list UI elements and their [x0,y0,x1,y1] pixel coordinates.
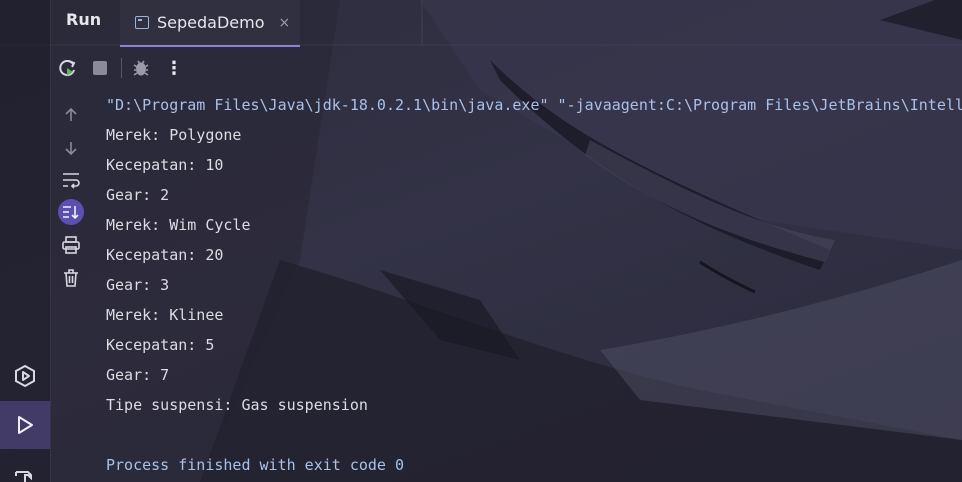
clear-all-button[interactable] [58,265,84,291]
print-button[interactable] [58,232,84,258]
scroll-to-end-icon [63,206,79,220]
services-button[interactable] [0,352,50,400]
debug-bug-icon [133,60,149,76]
trash-icon [64,269,78,287]
console-output-line: Kecepatan: 5 [106,336,215,354]
run-icon [18,416,33,434]
rerun-button[interactable] [55,56,79,80]
toolbar-separator [121,58,122,78]
services-icon [15,364,35,388]
more-options-button[interactable]: ⋮ [162,56,186,80]
scroll-to-end-button[interactable] [58,199,84,225]
stop-button[interactable] [88,56,112,80]
tab-sepeda-demo[interactable]: SepedaDemo × [120,0,300,47]
console-output-line: Tipe suspensi: Gas suspension [106,396,368,414]
run-tool-button[interactable] [0,401,50,449]
console-output-line: Merek: Wim Cycle [106,216,251,234]
soft-wrap-icon [63,173,80,189]
console-output-line: Merek: Polygone [106,126,242,144]
console-command-line: "D:\Program Files\Java\jdk-18.0.2.1\bin\… [106,96,962,114]
arrow-up-icon [65,107,77,121]
run-tool-window: Run SepedaDemo × ⋮ "D:\Program Files\Jav… [0,0,962,482]
console-output-line: Gear: 2 [106,186,170,204]
console-output-line: Gear: 3 [106,276,170,294]
console-output-line: Merek: Klinee [106,306,224,324]
soft-wrap-button[interactable] [58,167,84,193]
console-output-line: Kecepatan: 20 [106,246,224,264]
next-occurrence-button[interactable] [58,135,84,161]
arrow-down-icon [65,142,77,156]
panel-title: Run [66,10,102,29]
debug-button[interactable] [129,56,153,80]
console-output-line: Gear: 7 [106,366,170,384]
console-tab-icon [135,16,149,29]
build-hammer-icon [15,471,32,482]
console-output-line: Kecepatan: 10 [106,156,224,174]
left-tool-strip [0,0,51,482]
build-button[interactable] [0,452,50,482]
rerun-icon [59,60,76,77]
previous-occurrence-button[interactable] [58,102,84,128]
tab-label: SepedaDemo [157,13,265,32]
print-icon [62,236,80,254]
close-icon[interactable]: × [279,15,291,31]
process-exit-message: Process finished with exit code 0 [106,456,405,474]
stop-icon [93,61,107,75]
